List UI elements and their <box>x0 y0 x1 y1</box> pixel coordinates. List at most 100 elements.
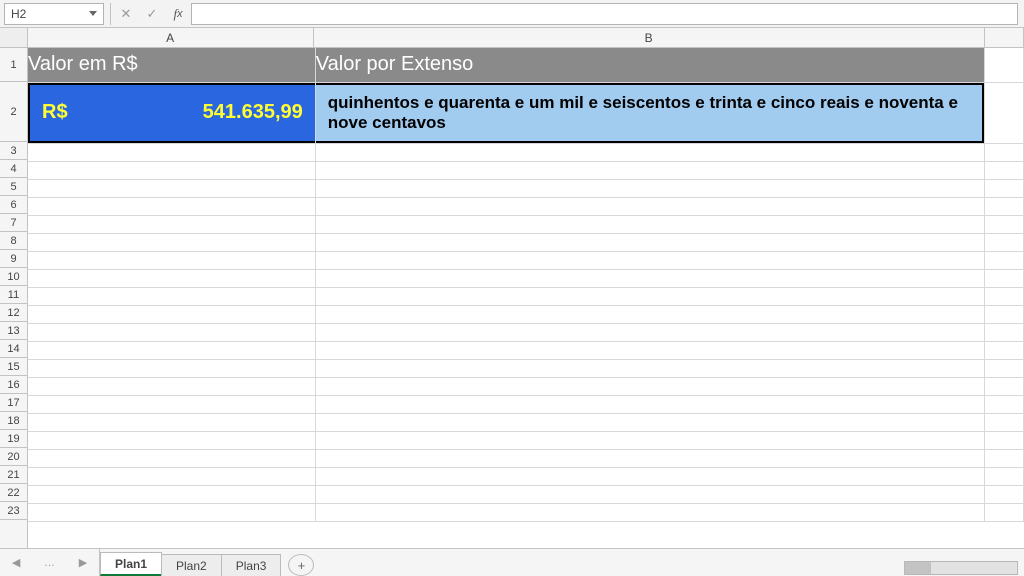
empty-cell[interactable] <box>28 323 315 341</box>
empty-cell[interactable] <box>28 467 315 485</box>
empty-cell[interactable] <box>315 215 984 233</box>
select-all-corner[interactable] <box>0 28 28 47</box>
empty-cell[interactable] <box>315 395 984 413</box>
empty-cell[interactable] <box>315 431 984 449</box>
sheet-tab-2[interactable]: Plan2 <box>161 554 222 576</box>
row-header[interactable]: 18 <box>0 412 27 430</box>
empty-cell[interactable] <box>984 251 1023 269</box>
empty-cell[interactable] <box>315 413 984 431</box>
tab-nav-prev-icon[interactable]: ◀ <box>12 556 20 569</box>
empty-cell[interactable] <box>28 305 315 323</box>
cell-b2[interactable]: quinhentos e quarenta e um mil e seiscen… <box>316 83 984 143</box>
empty-cell[interactable] <box>28 485 315 503</box>
empty-cell[interactable] <box>984 485 1023 503</box>
empty-cell[interactable] <box>28 179 315 197</box>
row-header[interactable]: 1 <box>0 48 27 82</box>
empty-cell[interactable] <box>315 251 984 269</box>
empty-cell[interactable] <box>28 395 315 413</box>
empty-cell[interactable] <box>315 467 984 485</box>
cell-a2[interactable]: R$ 541.635,99 <box>28 83 315 143</box>
empty-cell[interactable] <box>315 341 984 359</box>
empty-cell[interactable] <box>315 305 984 323</box>
empty-cell[interactable] <box>315 377 984 395</box>
row-header[interactable]: 11 <box>0 286 27 304</box>
empty-cell[interactable] <box>28 197 315 215</box>
empty-cell[interactable] <box>984 449 1023 467</box>
empty-cell[interactable] <box>984 197 1023 215</box>
empty-cell[interactable] <box>984 323 1023 341</box>
empty-cell[interactable] <box>315 233 984 251</box>
empty-cell[interactable] <box>28 215 315 233</box>
add-sheet-button[interactable]: + <box>288 554 314 576</box>
row-header[interactable]: 8 <box>0 232 27 250</box>
sheet-tab-active[interactable]: Plan1 <box>100 552 162 576</box>
cells-area[interactable]: Valor em R$ Valor por Extenso R$ 541.635… <box>28 48 1024 548</box>
empty-cell[interactable] <box>315 359 984 377</box>
empty-cell[interactable] <box>984 233 1023 251</box>
empty-cell[interactable] <box>984 305 1023 323</box>
accept-icon[interactable]: ✓ <box>139 3 165 25</box>
empty-cell[interactable] <box>984 287 1023 305</box>
row-header[interactable]: 19 <box>0 430 27 448</box>
row-header[interactable]: 4 <box>0 160 27 178</box>
row-header[interactable]: 15 <box>0 358 27 376</box>
empty-cell[interactable] <box>315 143 984 161</box>
empty-cell[interactable] <box>984 215 1023 233</box>
empty-cell[interactable] <box>984 341 1023 359</box>
empty-cell[interactable] <box>315 197 984 215</box>
empty-cell[interactable] <box>984 161 1023 179</box>
row-header[interactable]: 13 <box>0 322 27 340</box>
empty-cell[interactable] <box>984 503 1023 521</box>
empty-cell[interactable] <box>28 233 315 251</box>
empty-cell[interactable] <box>984 359 1023 377</box>
row-header[interactable]: 5 <box>0 178 27 196</box>
empty-cell[interactable] <box>315 449 984 467</box>
empty-cell[interactable] <box>984 179 1023 197</box>
empty-cell[interactable] <box>984 377 1023 395</box>
chevron-down-icon[interactable] <box>89 11 97 16</box>
row-header[interactable]: 20 <box>0 448 27 466</box>
cell-b1[interactable]: Valor por Extenso <box>315 48 984 82</box>
empty-cell[interactable] <box>315 323 984 341</box>
fx-icon[interactable]: fx <box>165 3 191 25</box>
cancel-icon[interactable]: ✕ <box>113 3 139 25</box>
row-header[interactable]: 16 <box>0 376 27 394</box>
empty-cell[interactable] <box>984 431 1023 449</box>
row-header[interactable]: 6 <box>0 196 27 214</box>
row-header[interactable]: 23 <box>0 502 27 520</box>
empty-cell[interactable] <box>315 503 984 521</box>
empty-cell[interactable] <box>28 359 315 377</box>
tab-nav-next-icon[interactable]: ▶ <box>79 556 87 569</box>
empty-cell[interactable] <box>28 161 315 179</box>
empty-cell[interactable] <box>28 143 315 161</box>
scrollbar-thumb[interactable] <box>905 562 931 574</box>
cell-c2-empty[interactable] <box>984 82 1023 143</box>
empty-cell[interactable] <box>28 503 315 521</box>
empty-cell[interactable] <box>28 287 315 305</box>
row-header[interactable]: 22 <box>0 484 27 502</box>
empty-cell[interactable] <box>28 341 315 359</box>
row-header[interactable]: 21 <box>0 466 27 484</box>
sheet-tab-3[interactable]: Plan3 <box>221 554 282 576</box>
empty-cell[interactable] <box>28 413 315 431</box>
empty-cell[interactable] <box>315 161 984 179</box>
empty-cell[interactable] <box>315 269 984 287</box>
column-header-a[interactable]: A <box>28 28 314 47</box>
cell-a1[interactable]: Valor em R$ <box>28 48 315 82</box>
empty-cell[interactable] <box>984 269 1023 287</box>
row-header[interactable]: 12 <box>0 304 27 322</box>
horizontal-scrollbar[interactable] <box>904 560 1024 576</box>
empty-cell[interactable] <box>984 467 1023 485</box>
row-header[interactable]: 17 <box>0 394 27 412</box>
row-header[interactable]: 14 <box>0 340 27 358</box>
row-header[interactable]: 3 <box>0 142 27 160</box>
empty-cell[interactable] <box>315 179 984 197</box>
row-header[interactable]: 9 <box>0 250 27 268</box>
formula-input[interactable] <box>191 3 1018 25</box>
empty-cell[interactable] <box>984 413 1023 431</box>
empty-cell[interactable] <box>315 485 984 503</box>
empty-cell[interactable] <box>984 395 1023 413</box>
cell-c1-empty[interactable] <box>984 48 1023 82</box>
empty-cell[interactable] <box>315 287 984 305</box>
scrollbar-track[interactable] <box>904 561 1018 575</box>
